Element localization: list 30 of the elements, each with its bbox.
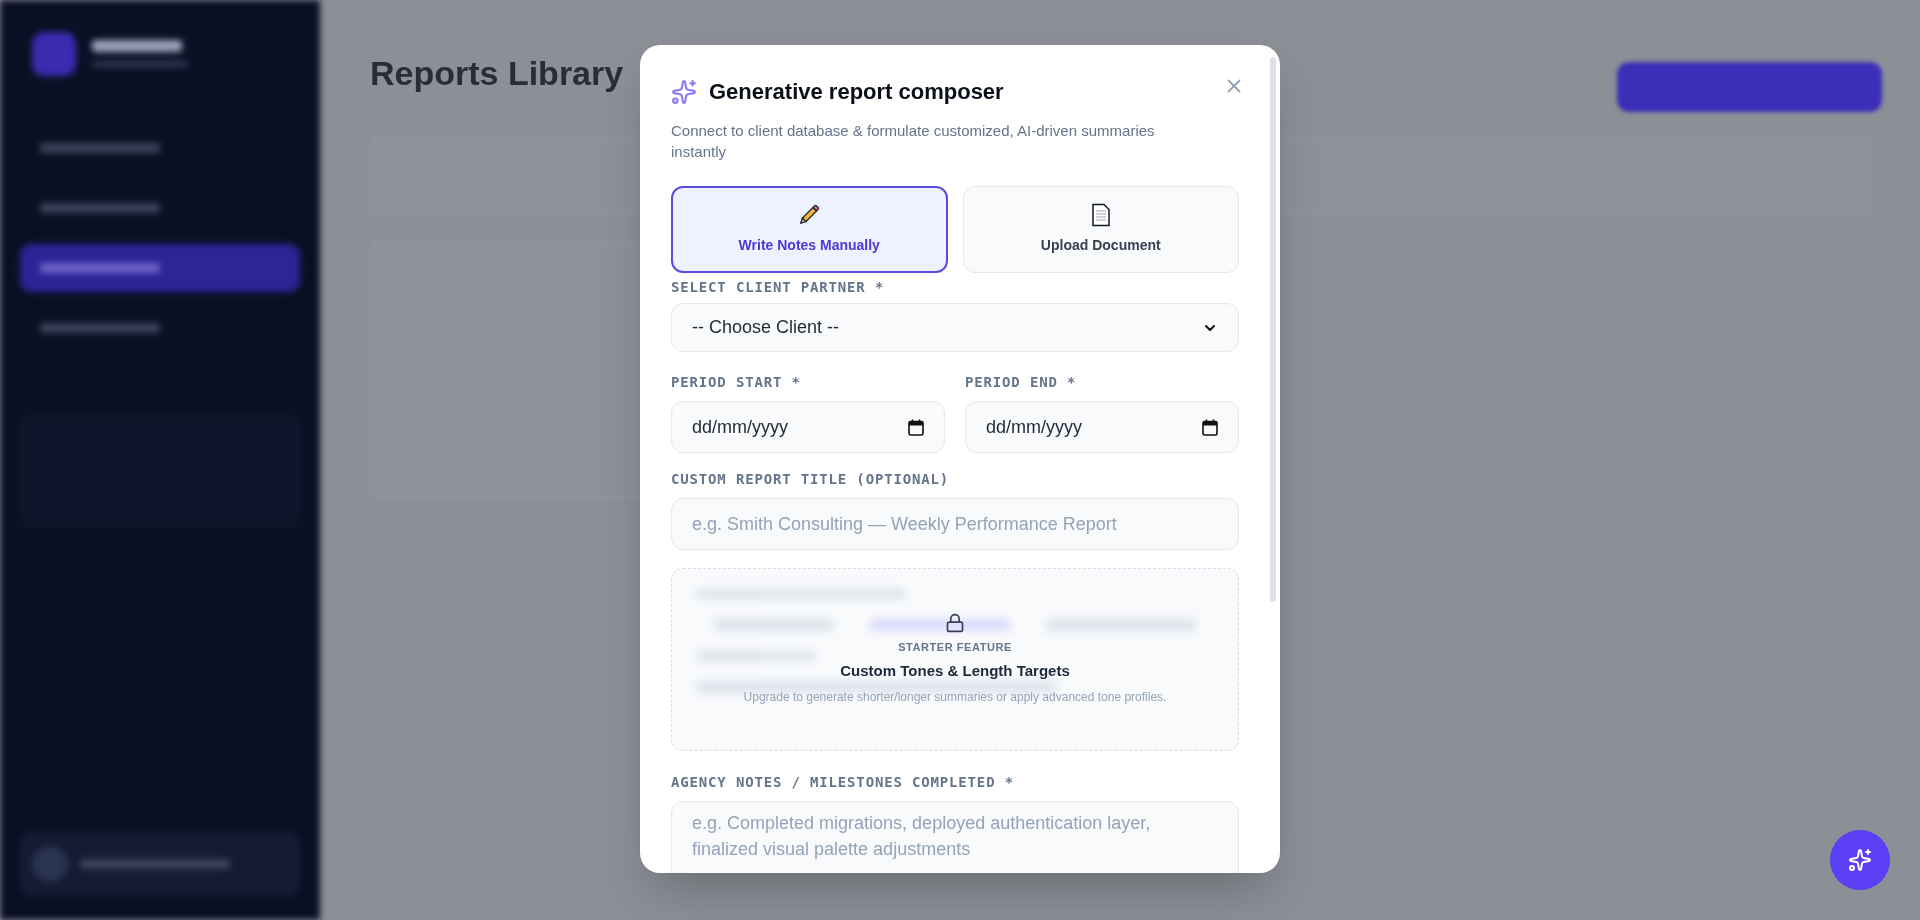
field-label: AGENCY NOTES / MILESTONES COMPLETED * xyxy=(671,773,1015,792)
pencil-icon xyxy=(797,203,822,227)
fab-button[interactable] xyxy=(1830,830,1890,890)
sparkles-icon xyxy=(1848,848,1872,872)
field-label: SELECT CLIENT PARTNER * xyxy=(671,278,886,297)
report-title-field[interactable]: e.g. Smith Consulting — Weekly Performance Report xyxy=(671,498,1239,550)
mode-option[interactable]: Write Notes Manually xyxy=(671,186,948,273)
notes-field[interactable]: e.g. Completed migrations, deployed authentication layer, finalized visual palette adjustments xyxy=(671,801,1239,873)
sparkles-icon xyxy=(671,78,697,105)
feature-label: STARTER FEATURE xyxy=(898,640,1012,655)
calendar-icon[interactable] xyxy=(1202,418,1218,436)
dialog-subtitle: Connect to client database & formulate customized, AI-driven summaries instantly xyxy=(671,121,1156,162)
field-label: CUSTOM REPORT TITLE (OPTIONAL) xyxy=(671,470,951,489)
calendar-icon[interactable] xyxy=(908,418,924,436)
create-report-button[interactable] xyxy=(1617,62,1882,112)
document-icon xyxy=(1089,203,1112,227)
date-field[interactable]: dd/mm/yyyy xyxy=(671,401,945,453)
mode-option[interactable]: Upload Document xyxy=(962,186,1239,273)
sidebar-item[interactable] xyxy=(20,244,300,292)
date-field[interactable]: dd/mm/yyyy xyxy=(965,401,1239,453)
logo-icon xyxy=(32,32,76,76)
user-profile[interactable] xyxy=(20,832,300,896)
page-title: Reports Library xyxy=(370,53,624,94)
feature-title: Custom Tones & Length Targets xyxy=(840,660,1070,681)
lock-icon xyxy=(945,613,965,633)
field-label: PERIOD START * xyxy=(671,373,802,392)
client-select[interactable]: -- Choose Client -- xyxy=(671,303,1239,352)
field-label: PERIOD END * xyxy=(965,373,1078,392)
dialog-title: Generative report composer xyxy=(709,78,1004,106)
feature-description: Upgrade to generate shorter/longer summaries or apply advanced tone profiles. xyxy=(743,689,1167,706)
